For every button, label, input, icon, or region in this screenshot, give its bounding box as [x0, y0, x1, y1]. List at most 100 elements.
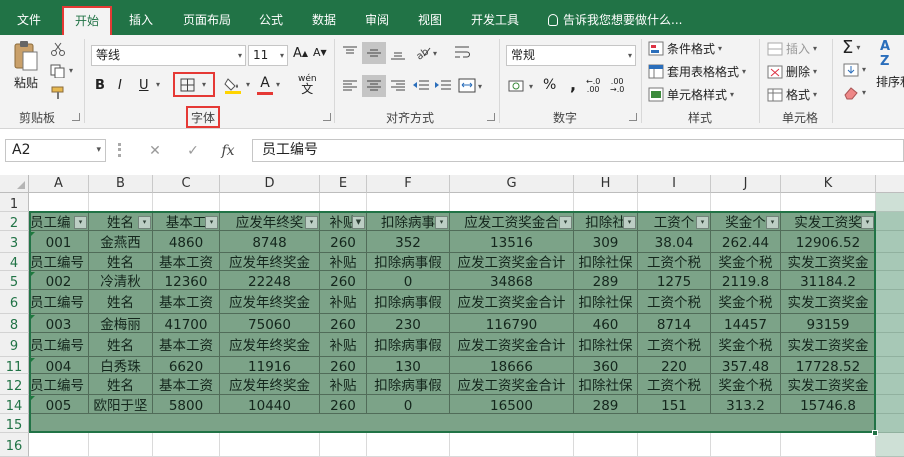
header-cell[interactable]: 员工编号: [29, 333, 89, 357]
number-format-select[interactable]: 常规 ▾: [506, 45, 636, 66]
insert-cells-button[interactable]: 插入 ▾: [767, 40, 817, 57]
row-header-14[interactable]: 14: [0, 395, 29, 414]
header-cell[interactable]: 工资个税: [638, 253, 711, 271]
fill-down-icon[interactable]: [843, 63, 859, 77]
data-cell[interactable]: 13516: [450, 231, 574, 253]
header-cell[interactable]: 扣除社保: [574, 253, 638, 271]
header-cell[interactable]: 奖金个税: [711, 374, 781, 395]
data-cell[interactable]: 260: [320, 395, 367, 414]
filter-dropdown-icon[interactable]: ▾: [435, 216, 448, 229]
row-header-1[interactable]: 1: [0, 193, 29, 212]
filter-dropdown-icon[interactable]: ▼: [352, 216, 365, 229]
data-cell[interactable]: 38.04: [638, 231, 711, 253]
header-cell[interactable]: 奖金个税: [711, 253, 781, 271]
data-cell[interactable]: 4860: [153, 231, 220, 253]
header-cell[interactable]: 应发工资奖金合: [450, 212, 574, 231]
column-header-b[interactable]: B: [89, 175, 153, 193]
data-cell[interactable]: 002: [29, 271, 89, 290]
row-header-8[interactable]: 8: [0, 314, 29, 333]
column-header-d[interactable]: D: [220, 175, 320, 193]
header-cell[interactable]: 应发工资奖金合计: [450, 253, 574, 271]
data-cell[interactable]: 1275: [638, 271, 711, 290]
sort-filter-label[interactable]: 排序和: [876, 73, 904, 90]
clipboard-launcher-icon[interactable]: [72, 113, 80, 121]
increase-indent-icon[interactable]: [434, 78, 452, 94]
data-cell[interactable]: 005: [29, 395, 89, 414]
data-cell[interactable]: 309: [574, 231, 638, 253]
font-color-dropdown-icon[interactable]: ▾: [276, 80, 280, 89]
header-cell[interactable]: 实发工资奖金: [781, 333, 876, 357]
header-cell[interactable]: 应发工资奖金合计: [450, 290, 574, 314]
paste-button[interactable]: 粘贴: [8, 40, 44, 100]
sort-filter-icon[interactable]: AZ: [880, 39, 904, 69]
filter-dropdown-icon[interactable]: ▾: [138, 216, 151, 229]
number-launcher-icon[interactable]: [629, 113, 637, 121]
fill-handle[interactable]: [872, 430, 878, 436]
decrease-decimal-button[interactable]: .00 →.0: [610, 78, 624, 94]
fill-color-dropdown-icon[interactable]: ▾: [246, 80, 250, 89]
header-cell[interactable]: 工资个税: [638, 290, 711, 314]
fill-color-icon[interactable]: [224, 76, 242, 94]
row-header-15[interactable]: 15: [0, 414, 29, 433]
header-cell[interactable]: 员工编号: [29, 290, 89, 314]
worksheet-grid[interactable]: ABCDEFGHIJK 1 2 3 4 5 6 8 9 11 12 14 15 16 员工编 ▾ 姓名 ▾ 基本…: [0, 175, 904, 457]
data-cell[interactable]: 360: [574, 357, 638, 374]
data-cell[interactable]: 10440: [220, 395, 320, 414]
header-cell[interactable]: 补贴: [320, 333, 367, 357]
filter-dropdown-icon[interactable]: ▾: [205, 216, 218, 229]
column-header-j[interactable]: J: [711, 175, 781, 193]
data-cell[interactable]: 0: [367, 271, 450, 290]
font-color-button[interactable]: A: [257, 75, 273, 95]
header-cell[interactable]: 扣除病事假: [367, 333, 450, 357]
header-cell[interactable]: 应发年终奖金: [220, 333, 320, 357]
splitter-handle[interactable]: [118, 143, 121, 157]
data-cell[interactable]: 12906.52: [781, 231, 876, 253]
data-cell[interactable]: 460: [574, 314, 638, 333]
header-cell[interactable]: 扣除病事假: [367, 253, 450, 271]
header-cell[interactable]: 应发年终奖金: [220, 374, 320, 395]
filter-dropdown-icon[interactable]: ▾: [696, 216, 709, 229]
row-header-5[interactable]: 5: [0, 271, 29, 290]
row-header-2[interactable]: 2: [0, 212, 29, 231]
header-cell[interactable]: 补贴: [320, 290, 367, 314]
decrease-indent-icon[interactable]: [412, 78, 430, 94]
header-cell[interactable]: 工资个税: [638, 374, 711, 395]
data-cell[interactable]: 41700: [153, 314, 220, 333]
cell-styles-button[interactable]: 单元格样式 ▾: [648, 86, 734, 103]
align-left-icon[interactable]: [342, 78, 358, 94]
header-cell[interactable]: 姓名: [89, 333, 153, 357]
cancel-entry-icon[interactable]: ✕: [143, 139, 167, 163]
data-cell[interactable]: 313.2: [711, 395, 781, 414]
data-cell[interactable]: 230: [367, 314, 450, 333]
header-cell[interactable]: 扣除社保: [574, 290, 638, 314]
clear-eraser-icon[interactable]: [843, 86, 859, 100]
data-cell[interactable]: 289: [574, 395, 638, 414]
header-cell[interactable]: 员工编号: [29, 253, 89, 271]
data-cell[interactable]: 260: [320, 231, 367, 253]
formula-input[interactable]: 员工编号: [252, 139, 904, 162]
align-bottom-icon[interactable]: [390, 45, 406, 61]
data-cell[interactable]: 15746.8: [781, 395, 876, 414]
tab-file[interactable]: 文件: [10, 9, 48, 31]
data-cell[interactable]: 11916: [220, 357, 320, 374]
data-cell[interactable]: 金梅丽: [89, 314, 153, 333]
data-cell[interactable]: 欧阳于坚: [89, 395, 153, 414]
format-painter-icon[interactable]: [50, 86, 66, 100]
column-header-k[interactable]: K: [781, 175, 876, 193]
header-cell[interactable]: 实发工资奖金: [781, 374, 876, 395]
copy-icon[interactable]: [50, 64, 66, 78]
row-header-9[interactable]: 9: [0, 333, 29, 357]
tab-data[interactable]: 数据: [305, 9, 343, 31]
filter-dropdown-icon[interactable]: ▾: [861, 216, 874, 229]
column-header-e[interactable]: E: [320, 175, 367, 193]
header-cell[interactable]: 姓名: [89, 374, 153, 395]
tab-developer[interactable]: 开发工具: [464, 9, 526, 31]
data-cell[interactable]: 8714: [638, 314, 711, 333]
font-size-select[interactable]: 11 ▾: [248, 45, 288, 66]
autosum-button[interactable]: Σ ▾: [842, 37, 860, 58]
orientation-dropdown-icon[interactable]: ▾: [433, 49, 437, 58]
header-cell[interactable]: 扣除社保: [574, 374, 638, 395]
data-cell[interactable]: 31184.2: [781, 271, 876, 290]
data-cell[interactable]: 352: [367, 231, 450, 253]
data-cell[interactable]: 34868: [450, 271, 574, 290]
